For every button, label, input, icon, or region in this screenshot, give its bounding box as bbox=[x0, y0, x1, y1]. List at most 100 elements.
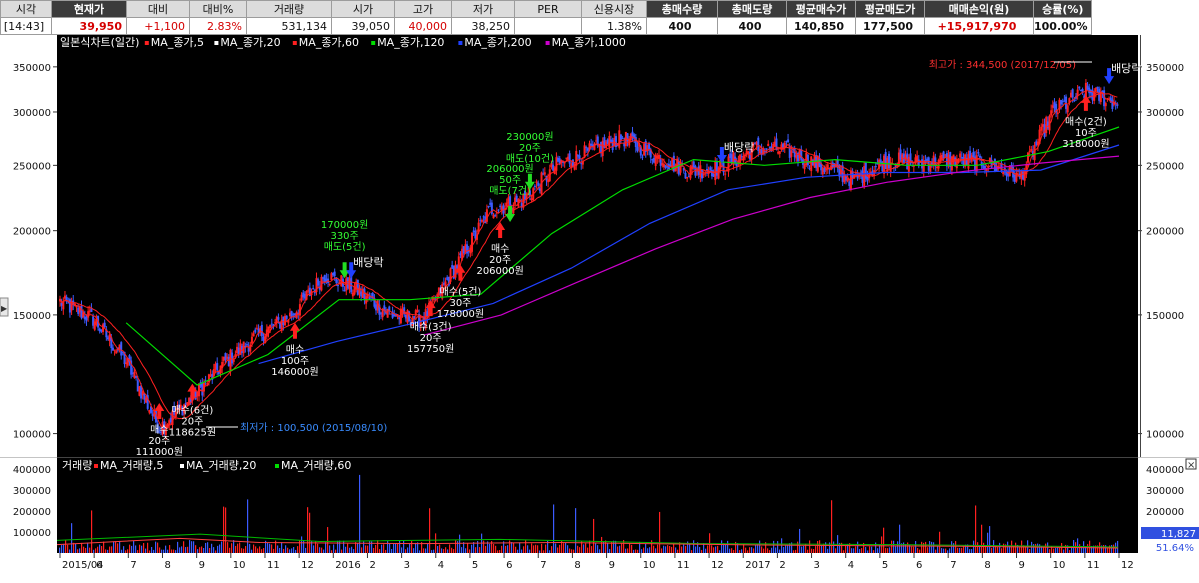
x-tick-label: 8 bbox=[164, 560, 170, 571]
volume-bar bbox=[387, 541, 389, 553]
volume-bar bbox=[229, 547, 231, 553]
price-chart-pane[interactable]: ▶ 일본식차트(일간) MA_종가,5 MA_종가,20 MA_종가,60 MA_종가,1… bbox=[0, 35, 1199, 458]
quote-value-cell: [14:43] bbox=[0, 17, 52, 35]
volume-bar bbox=[691, 550, 693, 553]
volume-bar bbox=[133, 540, 135, 553]
volume-bar bbox=[1107, 548, 1109, 553]
volume-bar bbox=[513, 542, 515, 553]
volume-bar bbox=[867, 550, 869, 553]
volume-bar bbox=[471, 544, 473, 553]
volume-bar bbox=[197, 549, 199, 553]
x-tick-label: 12 bbox=[711, 560, 724, 571]
volume-bar bbox=[945, 548, 947, 553]
volume-bar bbox=[173, 549, 175, 553]
volume-bar bbox=[429, 508, 431, 553]
quote-header-row: 시각 현재가 대비 대비% 거래량 시가 고가 저가 PER 신용시장 총매수량 총매도량 평균매수가 평… bbox=[0, 0, 1093, 18]
volume-bar bbox=[553, 504, 555, 553]
volume-bar bbox=[677, 549, 679, 553]
volume-bar bbox=[77, 549, 79, 553]
volume-bar bbox=[247, 499, 249, 553]
buy-label: 100주 bbox=[281, 356, 309, 367]
volume-bar bbox=[879, 545, 881, 553]
volume-bar bbox=[433, 549, 435, 553]
volume-bar bbox=[239, 542, 241, 553]
volume-bar bbox=[819, 540, 821, 553]
quote-value-cell: 40,000 bbox=[394, 17, 452, 35]
volume-bar bbox=[719, 550, 721, 553]
candle-body bbox=[497, 209, 500, 211]
volume-bar bbox=[415, 542, 417, 553]
volume-bar bbox=[467, 543, 469, 553]
volume-bar bbox=[631, 544, 633, 553]
volume-bar bbox=[729, 548, 731, 553]
volume-bar bbox=[87, 542, 89, 553]
x-tick-label: 9 bbox=[1019, 560, 1025, 571]
volume-bar bbox=[937, 546, 939, 553]
volume-bar bbox=[899, 524, 901, 553]
volume-bar bbox=[767, 548, 769, 553]
volume-bar bbox=[85, 547, 87, 553]
quote-value-cell: 39,050 bbox=[331, 17, 395, 35]
volume-bar bbox=[873, 550, 875, 553]
volume-bar bbox=[257, 548, 259, 553]
quote-header-cell: 평균매수가 bbox=[786, 0, 856, 18]
volume-bar bbox=[523, 546, 525, 553]
legend-item: MA_종가,200 bbox=[464, 36, 531, 49]
volume-bar bbox=[199, 547, 201, 553]
volume-bar bbox=[231, 543, 233, 553]
x-tick-label: 4 bbox=[438, 560, 444, 571]
volume-legend: 거래량 MA_거래량,5 MA_거래량,20 MA_거래량,60 bbox=[62, 459, 351, 472]
volume-bar bbox=[179, 547, 181, 553]
volume-bar bbox=[155, 541, 157, 553]
volume-bar bbox=[75, 543, 77, 553]
volume-bar bbox=[605, 540, 607, 553]
x-tick-label: 11 bbox=[677, 560, 690, 571]
y-tick-label-left: 200000 bbox=[13, 227, 51, 238]
volume-bar bbox=[1103, 544, 1105, 553]
volume-bar bbox=[191, 541, 193, 553]
volume-bar bbox=[843, 550, 845, 553]
volume-bar bbox=[285, 545, 287, 553]
volume-bar bbox=[695, 546, 697, 553]
candle-body bbox=[75, 306, 78, 308]
volume-bar bbox=[579, 547, 581, 553]
y-tick-label-left: 150000 bbox=[13, 311, 51, 322]
price-chart[interactable]: ▶ 일본식차트(일간) MA_종가,5 MA_종가,20 MA_종가,60 MA_종가,1… bbox=[0, 35, 1199, 458]
volume-chart[interactable]: ×거래량MA_거래량,5MA_거래량,20MA_거래량,601000001000… bbox=[0, 456, 1199, 579]
volume-bar bbox=[331, 550, 333, 553]
candle-body bbox=[1030, 148, 1033, 152]
volume-bar bbox=[493, 543, 495, 553]
volume-bar bbox=[509, 540, 511, 553]
volume-bar bbox=[1035, 543, 1037, 553]
volume-bar bbox=[931, 541, 933, 553]
volume-bar bbox=[273, 548, 275, 553]
legend-swatch bbox=[214, 41, 219, 45]
volume-bar bbox=[89, 547, 91, 553]
volume-bar bbox=[485, 545, 487, 553]
legend-swatch bbox=[144, 41, 149, 45]
volume-bar bbox=[531, 543, 533, 553]
volume-bar bbox=[1047, 542, 1049, 553]
volume-bar bbox=[501, 545, 503, 553]
quote-header-cell: 총매수량 bbox=[646, 0, 718, 18]
volume-bar bbox=[557, 547, 559, 553]
candle-body bbox=[487, 206, 490, 208]
candle-body bbox=[959, 153, 962, 158]
candle-body bbox=[979, 155, 982, 158]
volume-chart-pane[interactable]: ×거래량MA_거래량,5MA_거래량,20MA_거래량,601000001000… bbox=[0, 456, 1199, 579]
buy-label: 157750원 bbox=[407, 343, 454, 355]
volume-bar bbox=[141, 545, 143, 553]
volume-bar bbox=[855, 546, 857, 553]
candle-body bbox=[113, 349, 116, 351]
volume-bar bbox=[749, 547, 751, 553]
candle-body bbox=[333, 271, 336, 277]
volume-bar bbox=[483, 540, 485, 553]
volume-bar bbox=[93, 549, 95, 553]
legend-swatch bbox=[292, 41, 297, 45]
y-tick-label-left: 350000 bbox=[13, 63, 51, 74]
x-tick-label: 8 bbox=[984, 560, 990, 571]
y-tick-label-right: 350000 bbox=[1146, 63, 1184, 74]
volume-bar bbox=[893, 540, 895, 553]
volume-bar bbox=[219, 544, 221, 553]
quote-header-cell: 대비% bbox=[189, 0, 247, 18]
